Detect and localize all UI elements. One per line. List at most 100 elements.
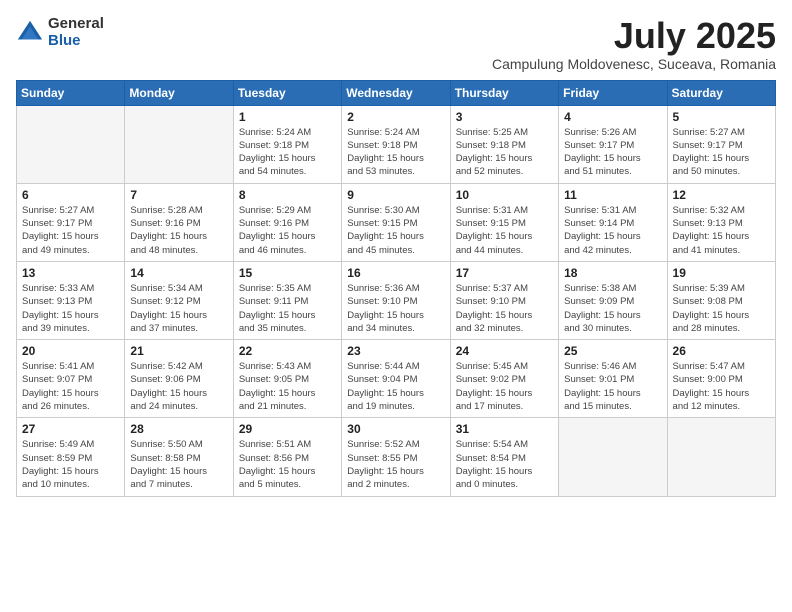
calendar-day-cell: 1 Sunrise: 5:24 AM Sunset: 9:18 PM Daylig… — [233, 105, 341, 183]
day-number: 8 — [239, 188, 336, 202]
calendar-day-cell — [125, 105, 233, 183]
calendar-week-row: 1 Sunrise: 5:24 AM Sunset: 9:18 PM Daylig… — [17, 105, 776, 183]
logo-text: General Blue — [48, 16, 104, 49]
day-number: 20 — [22, 344, 119, 358]
day-info: Sunrise: 5:43 AM Sunset: 9:05 PM Dayligh… — [239, 360, 336, 413]
calendar-week-row: 6 Sunrise: 5:27 AM Sunset: 9:17 PM Daylig… — [17, 183, 776, 261]
day-info: Sunrise: 5:39 AM Sunset: 9:08 PM Dayligh… — [673, 282, 770, 335]
month-title: July 2025 — [492, 16, 776, 56]
day-number: 25 — [564, 344, 661, 358]
calendar-day-cell: 21 Sunrise: 5:42 AM Sunset: 9:06 PM Dayli… — [125, 340, 233, 418]
day-number: 28 — [130, 422, 227, 436]
calendar-day-cell: 9 Sunrise: 5:30 AM Sunset: 9:15 PM Daylig… — [342, 183, 450, 261]
day-number: 18 — [564, 266, 661, 280]
day-info: Sunrise: 5:49 AM Sunset: 8:59 PM Dayligh… — [22, 438, 119, 491]
day-number: 31 — [456, 422, 553, 436]
day-number: 19 — [673, 266, 770, 280]
calendar-day-cell — [667, 418, 775, 496]
day-number: 9 — [347, 188, 444, 202]
day-info: Sunrise: 5:54 AM Sunset: 8:54 PM Dayligh… — [456, 438, 553, 491]
day-info: Sunrise: 5:37 AM Sunset: 9:10 PM Dayligh… — [456, 282, 553, 335]
calendar-day-cell: 4Sunrise: 5:26 AM Sunset: 9:17 PM Daylig… — [559, 105, 667, 183]
weekday-header: Saturday — [667, 80, 775, 105]
day-number: 16 — [347, 266, 444, 280]
weekday-header: Monday — [125, 80, 233, 105]
day-number: 4 — [564, 110, 661, 124]
calendar-day-cell: 3 Sunrise: 5:25 AM Sunset: 9:18 PM Daylig… — [450, 105, 558, 183]
day-info: Sunrise: 5:34 AM Sunset: 9:12 PM Dayligh… — [130, 282, 227, 335]
day-info: Sunrise: 5:44 AM Sunset: 9:04 PM Dayligh… — [347, 360, 444, 413]
day-number: 24 — [456, 344, 553, 358]
day-number: 22 — [239, 344, 336, 358]
day-number: 21 — [130, 344, 227, 358]
calendar-day-cell: 6 Sunrise: 5:27 AM Sunset: 9:17 PM Daylig… — [17, 183, 125, 261]
day-info: Sunrise: 5:38 AM Sunset: 9:09 PM Dayligh… — [564, 282, 661, 335]
day-info: Sunrise: 5:46 AM Sunset: 9:01 PM Dayligh… — [564, 360, 661, 413]
calendar-day-cell: 29 Sunrise: 5:51 AM Sunset: 8:56 PM Dayli… — [233, 418, 341, 496]
day-number: 6 — [22, 188, 119, 202]
day-info: Sunrise: 5:50 AM Sunset: 8:58 PM Dayligh… — [130, 438, 227, 491]
calendar-day-cell: 10 Sunrise: 5:31 AM Sunset: 9:15 PM Dayli… — [450, 183, 558, 261]
day-info: Sunrise: 5:51 AM Sunset: 8:56 PM Dayligh… — [239, 438, 336, 491]
calendar-day-cell: 12 Sunrise: 5:32 AM Sunset: 9:13 PM Dayli… — [667, 183, 775, 261]
calendar-day-cell: 22 Sunrise: 5:43 AM Sunset: 9:05 PM Dayli… — [233, 340, 341, 418]
calendar-day-cell: 8Sunrise: 5:29 AM Sunset: 9:16 PM Daylig… — [233, 183, 341, 261]
calendar-day-cell: 28 Sunrise: 5:50 AM Sunset: 8:58 PM Dayli… — [125, 418, 233, 496]
calendar-week-row: 13 Sunrise: 5:33 AM Sunset: 9:13 PM Dayli… — [17, 261, 776, 339]
calendar-day-cell: 26Sunrise: 5:47 AM Sunset: 9:00 PM Dayli… — [667, 340, 775, 418]
day-number: 17 — [456, 266, 553, 280]
calendar-day-cell: 5Sunrise: 5:27 AM Sunset: 9:17 PM Daylig… — [667, 105, 775, 183]
day-info: Sunrise: 5:24 AM Sunset: 9:18 PM Dayligh… — [347, 126, 444, 179]
day-info: Sunrise: 5:31 AM Sunset: 9:15 PM Dayligh… — [456, 204, 553, 257]
calendar-day-cell: 16 Sunrise: 5:36 AM Sunset: 9:10 PM Dayli… — [342, 261, 450, 339]
day-number: 11 — [564, 188, 661, 202]
calendar-day-cell: 31 Sunrise: 5:54 AM Sunset: 8:54 PM Dayli… — [450, 418, 558, 496]
day-number: 30 — [347, 422, 444, 436]
day-number: 14 — [130, 266, 227, 280]
calendar-day-cell — [559, 418, 667, 496]
day-number: 27 — [22, 422, 119, 436]
day-number: 10 — [456, 188, 553, 202]
calendar-day-cell: 17 Sunrise: 5:37 AM Sunset: 9:10 PM Dayli… — [450, 261, 558, 339]
calendar-day-cell: 15 Sunrise: 5:35 AM Sunset: 9:11 PM Dayli… — [233, 261, 341, 339]
calendar-day-cell: 23 Sunrise: 5:44 AM Sunset: 9:04 PM Dayli… — [342, 340, 450, 418]
calendar-day-cell: 7 Sunrise: 5:28 AM Sunset: 9:16 PM Daylig… — [125, 183, 233, 261]
day-number: 29 — [239, 422, 336, 436]
logo-icon — [16, 19, 44, 47]
calendar-week-row: 20Sunrise: 5:41 AM Sunset: 9:07 PM Dayli… — [17, 340, 776, 418]
calendar-day-cell: 18 Sunrise: 5:38 AM Sunset: 9:09 PM Dayli… — [559, 261, 667, 339]
day-info: Sunrise: 5:47 AM Sunset: 9:00 PM Dayligh… — [673, 360, 770, 413]
calendar-day-cell: 11 Sunrise: 5:31 AM Sunset: 9:14 PM Dayli… — [559, 183, 667, 261]
day-info: Sunrise: 5:24 AM Sunset: 9:18 PM Dayligh… — [239, 126, 336, 179]
subtitle: Campulung Moldovenesc, Suceava, Romania — [492, 56, 776, 72]
page-header: General Blue July 2025 Campulung Moldove… — [16, 16, 776, 72]
day-number: 23 — [347, 344, 444, 358]
calendar-day-cell: 27 Sunrise: 5:49 AM Sunset: 8:59 PM Dayli… — [17, 418, 125, 496]
weekday-header: Sunday — [17, 80, 125, 105]
day-info: Sunrise: 5:30 AM Sunset: 9:15 PM Dayligh… — [347, 204, 444, 257]
calendar-day-cell: 24Sunrise: 5:45 AM Sunset: 9:02 PM Dayli… — [450, 340, 558, 418]
day-info: Sunrise: 5:36 AM Sunset: 9:10 PM Dayligh… — [347, 282, 444, 335]
day-number: 1 — [239, 110, 336, 124]
day-info: Sunrise: 5:28 AM Sunset: 9:16 PM Dayligh… — [130, 204, 227, 257]
calendar-day-cell — [17, 105, 125, 183]
logo-general-label: General — [48, 16, 104, 33]
day-number: 2 — [347, 110, 444, 124]
day-info: Sunrise: 5:25 AM Sunset: 9:18 PM Dayligh… — [456, 126, 553, 179]
day-info: Sunrise: 5:42 AM Sunset: 9:06 PM Dayligh… — [130, 360, 227, 413]
day-info: Sunrise: 5:27 AM Sunset: 9:17 PM Dayligh… — [22, 204, 119, 257]
day-number: 7 — [130, 188, 227, 202]
day-info: Sunrise: 5:32 AM Sunset: 9:13 PM Dayligh… — [673, 204, 770, 257]
day-number: 3 — [456, 110, 553, 124]
calendar-day-cell: 2 Sunrise: 5:24 AM Sunset: 9:18 PM Daylig… — [342, 105, 450, 183]
calendar-table: SundayMondayTuesdayWednesdayThursdayFrid… — [16, 80, 776, 497]
day-info: Sunrise: 5:35 AM Sunset: 9:11 PM Dayligh… — [239, 282, 336, 335]
day-info: Sunrise: 5:31 AM Sunset: 9:14 PM Dayligh… — [564, 204, 661, 257]
logo: General Blue — [16, 16, 104, 49]
calendar-day-cell: 13 Sunrise: 5:33 AM Sunset: 9:13 PM Dayli… — [17, 261, 125, 339]
day-info: Sunrise: 5:33 AM Sunset: 9:13 PM Dayligh… — [22, 282, 119, 335]
day-number: 13 — [22, 266, 119, 280]
day-number: 15 — [239, 266, 336, 280]
weekday-header: Tuesday — [233, 80, 341, 105]
day-number: 12 — [673, 188, 770, 202]
